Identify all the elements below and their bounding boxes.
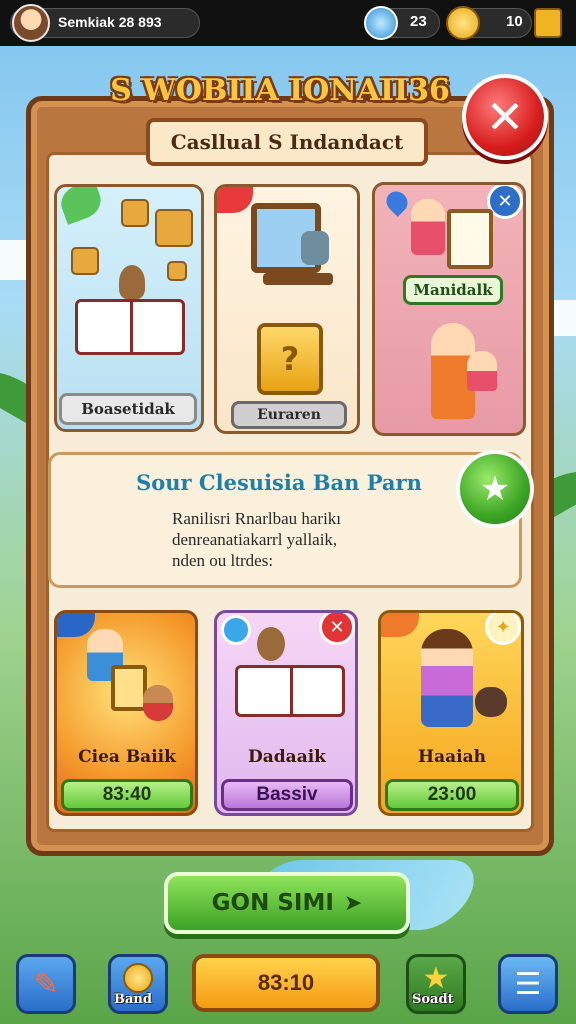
pencil-icon: ✎: [33, 966, 59, 1002]
item-card-book[interactable]: Boasetidak: [54, 184, 204, 432]
child-figure-icon: [467, 351, 497, 391]
ribbon-flag-icon: [381, 613, 419, 637]
go-button-label: GON SIMI: [211, 890, 334, 916]
owl-figure-icon: [119, 265, 145, 299]
reward-title: Haaiah: [418, 747, 486, 767]
gem-count: 23: [410, 13, 427, 30]
woman-figure-icon: [421, 629, 473, 727]
dice-tile-icon: [155, 209, 193, 247]
reward-title: Ciea Baiik: [78, 747, 176, 767]
nav-star-label: Soadt: [412, 992, 454, 1007]
close-icon: ✕: [485, 90, 525, 144]
nav-sand-label: Band: [114, 992, 152, 1007]
panel-subtitle: Casllual S Indandact: [146, 118, 428, 166]
nav-pencil-button[interactable]: ✎: [16, 954, 76, 1014]
gem-drop-icon: [382, 187, 412, 217]
tablet-icon: [447, 209, 493, 269]
quest-description: Ranilisri Rnarlbau harikı denreanatiakar…: [172, 508, 472, 571]
quest-line: denreanatiakarrl yallaik,: [172, 530, 338, 549]
avatar[interactable]: [12, 4, 50, 42]
center-timer-button[interactable]: 83:10: [192, 954, 380, 1012]
quest-line: Ranilisri Rnarlbau harikı: [172, 509, 342, 528]
nav-menu-button[interactable]: ☰: [498, 954, 558, 1014]
star-icon: ★: [479, 469, 511, 509]
puppy-figure-icon: [143, 685, 173, 721]
price-pill[interactable]: 23:00: [385, 779, 519, 811]
coin-icon: [446, 6, 480, 40]
gift-box-icon: [111, 665, 147, 711]
card-label: Euraren: [231, 401, 347, 429]
close-badge-icon[interactable]: ✕: [319, 613, 355, 645]
dice-tile-icon: [167, 261, 187, 281]
star-icon: ★: [422, 960, 450, 996]
reward-card-3[interactable]: ✦ Haaiah 23:00: [378, 610, 524, 816]
open-book-icon: [235, 665, 345, 717]
leaf-icon: [57, 187, 106, 225]
card-label: Manidalk: [403, 275, 503, 305]
child-figure-icon: [411, 199, 445, 255]
star-badge-icon[interactable]: ✦: [485, 613, 521, 645]
arrow-right-icon: ➤: [343, 890, 363, 916]
easel-stand-icon: [263, 273, 333, 285]
balloon-icon: [221, 615, 251, 645]
shop-bag-icon[interactable]: [534, 8, 562, 38]
question-box-icon: ?: [257, 323, 323, 395]
open-book-icon: [75, 299, 185, 355]
flag-icon: [57, 613, 95, 637]
item-card-easel[interactable]: ? Euraren: [214, 184, 360, 434]
panel-title: S WOBIIA IONAII36: [110, 72, 450, 108]
reward-card-2[interactable]: ✕ Dadaaik Bassiv: [214, 610, 358, 816]
dice-tile-icon: [71, 247, 99, 275]
reward-title: Dadaaik: [248, 747, 326, 767]
robot-figure-icon: [301, 231, 329, 265]
coin-bag-icon: [123, 963, 153, 993]
price-pill[interactable]: 83:40: [61, 779, 193, 811]
profile-name: Semkiak 28 893: [58, 14, 162, 30]
coin-count: 10: [506, 13, 523, 30]
menu-icon: ☰: [514, 966, 542, 1002]
card-label: Boasetidak: [59, 393, 197, 425]
close-button[interactable]: ✕: [462, 74, 548, 160]
quest-line: nden ou ltrdes:: [172, 551, 274, 570]
puppy-figure-icon: [475, 687, 507, 717]
price-pill[interactable]: Bassiv: [221, 779, 353, 811]
reward-card-1[interactable]: Ciea Baiik 83:40: [54, 610, 198, 816]
item-card-family[interactable]: ✕ Manidalk: [372, 182, 526, 436]
gem-icon: [364, 6, 398, 40]
ribbon-flag-icon: [217, 187, 253, 213]
go-button[interactable]: GON SIMI ➤: [164, 872, 410, 934]
top-bar: Semkiak 28 893 23 10: [0, 0, 576, 46]
favorite-star-button[interactable]: ★: [456, 450, 534, 528]
dice-tile-icon: [121, 199, 149, 227]
teddy-figure-icon: [257, 627, 285, 661]
